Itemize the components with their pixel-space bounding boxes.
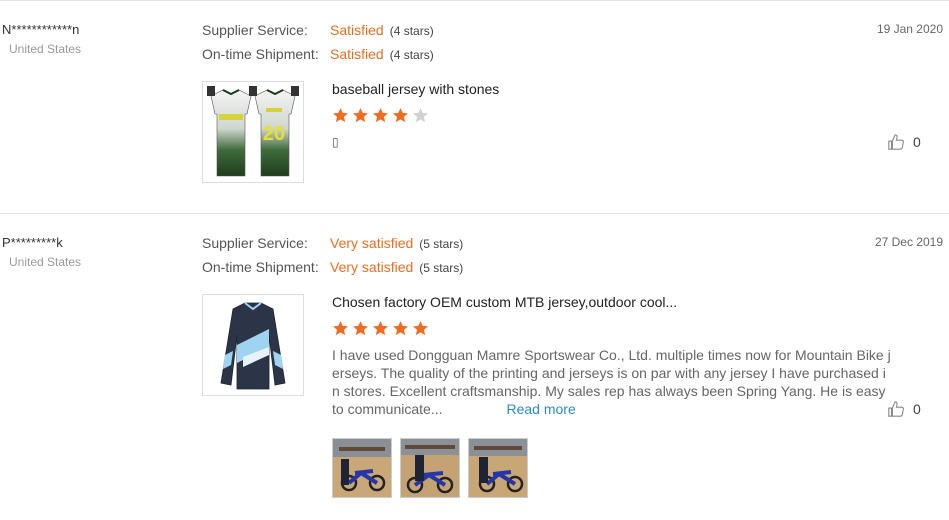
star-icon	[333, 321, 348, 336]
shipment-stars: (5 stars)	[419, 261, 464, 275]
dirt-bike-photo	[469, 439, 527, 497]
product-title[interactable]: baseball jersey with stones	[332, 81, 499, 97]
helpful-count: 0	[913, 134, 921, 150]
supplier-service-rating: Supplier Service: Very satisfied (5 stars)	[202, 235, 463, 251]
review-photo[interactable]	[400, 438, 460, 498]
read-more-link[interactable]: Read more	[507, 401, 576, 417]
product-star-rating	[332, 107, 429, 124]
supplier-service-stars: (4 stars)	[389, 24, 434, 38]
supplier-service-value: Satisfied	[330, 22, 384, 38]
shipment-label: On-time Shipment:	[202, 46, 319, 62]
helpful-button[interactable]: 0	[887, 133, 921, 151]
svg-text:20: 20	[263, 123, 285, 145]
supplier-service-label: Supplier Service:	[202, 22, 308, 38]
top-divider	[0, 0, 949, 1]
shipment-rating: On-time Shipment: Very satisfied (5 stars)	[202, 259, 463, 275]
shipment-label: On-time Shipment:	[202, 259, 319, 275]
mtb-jersey-image	[220, 302, 286, 390]
supplier-service-stars: (5 stars)	[419, 237, 464, 251]
product-title[interactable]: Chosen factory OEM custom MTB jersey,out…	[332, 294, 677, 310]
helpful-count: 0	[913, 401, 921, 417]
dirt-bike-photo	[401, 439, 459, 497]
review-divider	[0, 213, 949, 214]
supplier-service-rating: Supplier Service: Satisfied (4 stars)	[202, 22, 434, 38]
product-star-rating	[332, 320, 429, 337]
supplier-service-label: Supplier Service:	[202, 235, 308, 251]
star-icon	[393, 321, 408, 336]
thumbs-up-icon	[888, 134, 904, 150]
reviewer-country: United States	[9, 255, 82, 269]
baseball-jersey-image: 20	[207, 86, 299, 177]
review-date: 27 Dec 2019	[874, 235, 943, 249]
shipment-stars: (4 stars)	[389, 48, 434, 62]
helpful-button[interactable]: 0	[887, 400, 921, 418]
dirt-bike-photo	[333, 439, 391, 497]
review-comment-text: I have used Dongguan Mamre Sportswear Co…	[332, 347, 891, 417]
star-icon	[413, 321, 428, 336]
comment-glyph: ▯	[332, 135, 339, 149]
review-date: 19 Jan 2020	[876, 22, 943, 36]
review-photo[interactable]	[332, 438, 392, 498]
product-thumbnail[interactable]: 20	[202, 81, 304, 183]
product-thumbnail[interactable]	[202, 294, 304, 396]
reviewer-name: P*********k	[2, 235, 63, 250]
shipment-value: Very satisfied	[330, 259, 414, 275]
thumbs-up-icon	[888, 401, 904, 417]
star-icon	[353, 108, 368, 123]
star-icon	[413, 108, 428, 123]
reviewer-name: N************n	[2, 22, 80, 37]
star-icon	[333, 108, 348, 123]
shipment-value: Satisfied	[330, 46, 384, 62]
shipment-rating: On-time Shipment: Satisfied (4 stars)	[202, 46, 434, 62]
review-photo[interactable]	[468, 438, 528, 498]
supplier-service-value: Very satisfied	[330, 235, 414, 251]
star-icon	[373, 321, 388, 336]
star-icon	[393, 108, 408, 123]
review-comment: I have used Dongguan Mamre Sportswear Co…	[332, 346, 892, 418]
star-icon	[353, 321, 368, 336]
star-icon	[373, 108, 388, 123]
reviewer-country: United States	[9, 42, 82, 56]
